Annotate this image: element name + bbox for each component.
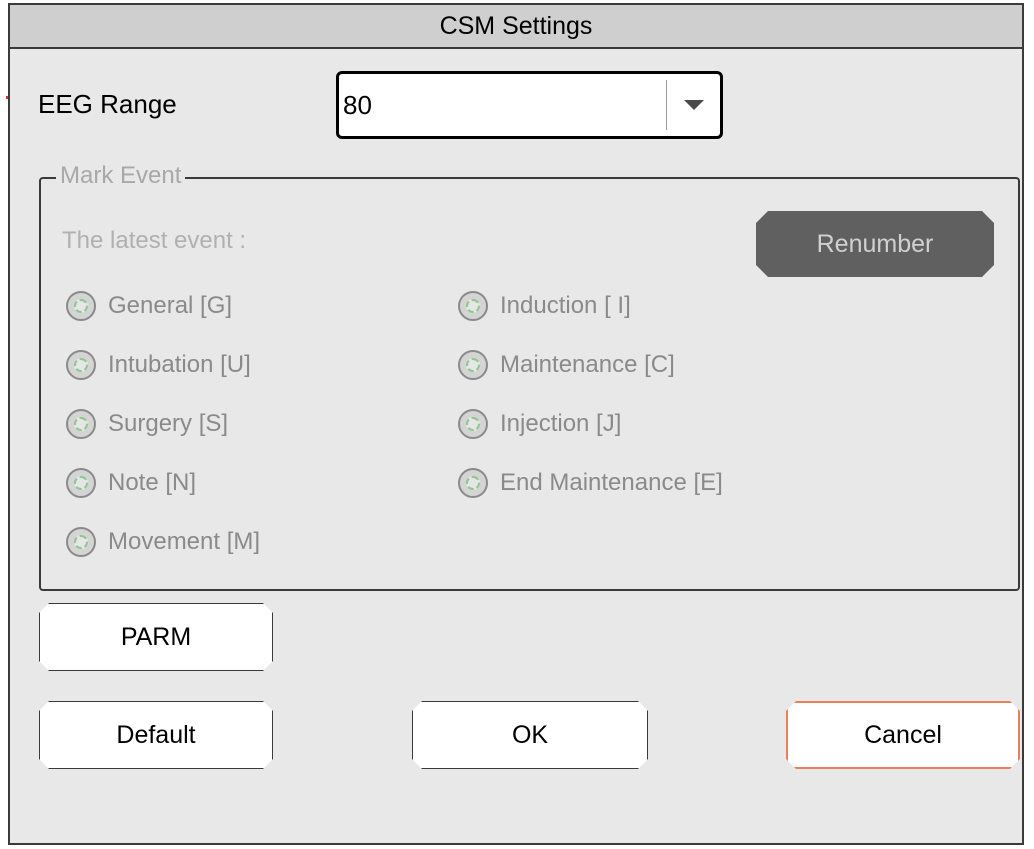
radio-label: Injection [J] [500, 410, 622, 437]
radio-label: Note [N] [108, 469, 197, 496]
radio-intubation[interactable]: Intubation [U] [66, 347, 251, 383]
eeg-range-label: EEG Range [38, 89, 177, 119]
radio-label: General [G] [108, 292, 233, 319]
radio-circle-icon [458, 291, 488, 321]
eeg-range-select[interactable]: 80 [336, 71, 723, 139]
radio-label: End Maintenance [E] [500, 469, 723, 496]
mark-event-legend: Mark Event [56, 162, 186, 190]
parm-button[interactable]: PARM [39, 603, 273, 671]
radio-movement[interactable]: Movement [M] [66, 524, 260, 560]
radio-circle-icon [458, 468, 488, 498]
select-divider [666, 80, 667, 130]
radio-injection[interactable]: Injection [J] [458, 406, 621, 442]
latest-event-label: The latest event : [62, 227, 247, 254]
ok-button[interactable]: OK [412, 701, 648, 769]
radio-circle-icon [458, 409, 488, 439]
radio-label: Movement [M] [108, 528, 261, 555]
eeg-range-value: 80 [343, 90, 372, 120]
renumber-button[interactable]: Renumber [756, 211, 994, 277]
radio-circle-icon [66, 468, 96, 498]
radio-circle-icon [66, 291, 96, 321]
radio-label: Induction [ I] [500, 292, 631, 319]
radio-surgery[interactable]: Surgery [S] [66, 406, 228, 442]
cancel-button[interactable]: Cancel [786, 701, 1020, 769]
radio-end-maintenance[interactable]: End Maintenance [E] [458, 465, 723, 501]
radio-circle-icon [66, 409, 96, 439]
radio-label: Intubation [U] [108, 351, 251, 378]
radio-circle-icon [66, 527, 96, 557]
csm-settings-dialog: CSM Settings EEG Range 80 Mark Event The… [8, 3, 1024, 845]
radio-label: Surgery [S] [108, 410, 229, 437]
chevron-down-icon[interactable] [684, 100, 704, 110]
dialog-title: CSM Settings [10, 5, 1022, 49]
radio-general[interactable]: General [G] [66, 288, 232, 324]
radio-induction[interactable]: Induction [ I] [458, 288, 631, 324]
radio-note[interactable]: Note [N] [66, 465, 196, 501]
radio-maintenance[interactable]: Maintenance [C] [458, 347, 675, 383]
radio-circle-icon [66, 350, 96, 380]
radio-label: Maintenance [C] [500, 351, 675, 378]
radio-circle-icon [458, 350, 488, 380]
default-button[interactable]: Default [39, 701, 273, 769]
